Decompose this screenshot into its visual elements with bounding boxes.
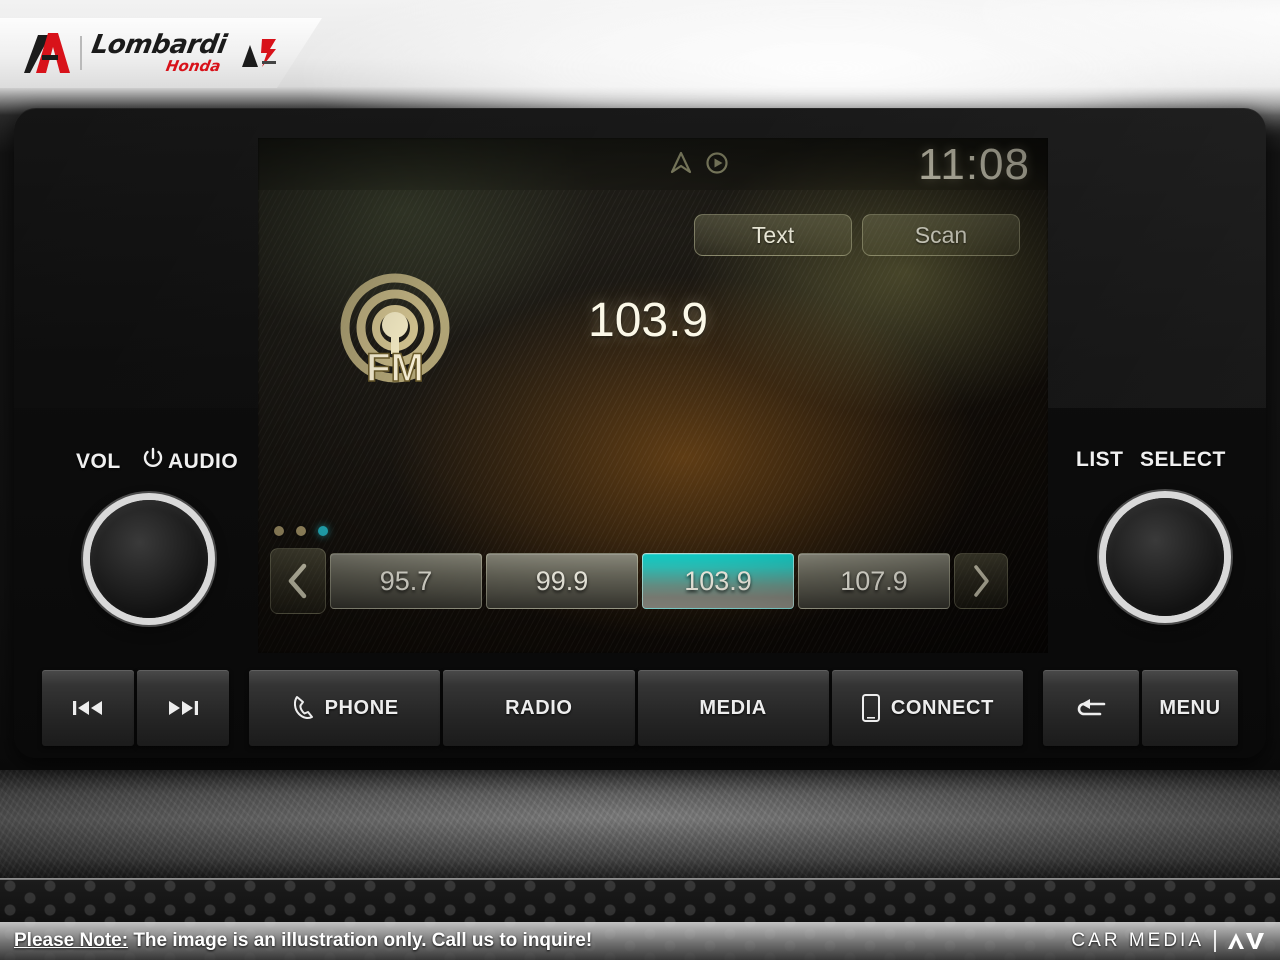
tuned-frequency: 103.9 <box>588 294 709 347</box>
preset-button-4[interactable]: 107.9 <box>798 553 950 609</box>
previous-track-icon <box>73 701 102 715</box>
preset-button-3[interactable]: 103.9 <box>642 553 794 609</box>
status-icon-group <box>668 150 730 176</box>
phone-handset-icon <box>293 696 313 719</box>
dealer-award-badge-icon <box>242 39 277 67</box>
infotainment-head-unit: 11:08 Text Scan FM 103.9 95.7 99.9 103.9… <box>14 108 1266 758</box>
navigation-arrow-icon <box>670 151 692 174</box>
scan-button[interactable]: Scan <box>862 214 1020 256</box>
radio-button[interactable]: RADIO <box>443 670 635 746</box>
footer-bar: Please Note: The image is an illustratio… <box>0 922 1280 960</box>
chevron-right-icon <box>974 565 989 597</box>
vol-label: VOL <box>76 450 121 473</box>
key-gap <box>232 670 246 746</box>
next-track-button[interactable] <box>137 670 229 746</box>
power-icon <box>143 447 163 467</box>
footer-brand-group: CAR MEDIA <box>1071 929 1266 953</box>
hard-key-row: PHONE RADIO MEDIA CONNECT MENU <box>42 670 1238 746</box>
preset-prev-button[interactable] <box>270 548 326 614</box>
disclaimer-prefix: Please Note: <box>14 930 129 951</box>
radio-button-label: RADIO <box>505 696 573 719</box>
back-arrow-icon <box>1077 699 1106 716</box>
preset-button-1[interactable]: 95.7 <box>330 553 482 609</box>
logo-divider <box>80 36 82 70</box>
page-dot-active[interactable] <box>318 526 328 536</box>
page-dot[interactable] <box>296 526 306 536</box>
fm-broadcast-icon: FM <box>340 273 450 391</box>
smartphone-icon <box>861 694 880 722</box>
menu-button[interactable]: MENU <box>1142 670 1238 746</box>
av-logo-icon <box>1228 933 1264 949</box>
dealer-brand: Honda <box>164 57 222 75</box>
status-bar: 11:08 <box>258 138 1048 190</box>
list-label: LIST <box>1076 448 1124 471</box>
right-knob-group: LIST SELECT <box>1054 448 1254 648</box>
previous-track-button[interactable] <box>42 670 134 746</box>
key-gap <box>1026 670 1040 746</box>
preset-page-indicator <box>274 526 328 536</box>
list-select-knob[interactable] <box>1106 498 1224 616</box>
lombardi-a-mark-icon <box>24 33 70 73</box>
dealer-logo-banner: Lombardi Honda <box>0 18 322 88</box>
back-button[interactable] <box>1043 670 1139 746</box>
phone-button[interactable]: PHONE <box>249 670 441 746</box>
connect-button-label: CONNECT <box>890 696 994 719</box>
dashboard-leather-trim <box>0 770 1280 880</box>
audio-label: AUDIO <box>168 450 239 473</box>
preset-button-2[interactable]: 99.9 <box>486 553 638 609</box>
preset-next-button[interactable] <box>954 553 1008 609</box>
media-button-label: MEDIA <box>699 696 767 719</box>
infotainment-display[interactable]: 11:08 Text Scan FM 103.9 95.7 99.9 103.9… <box>258 138 1048 653</box>
brand-divider <box>1214 930 1216 952</box>
disclaimer-note: Please Note: The image is an illustratio… <box>14 930 592 952</box>
connect-button[interactable]: CONNECT <box>831 670 1023 746</box>
svg-text:FM: FM <box>366 346 424 390</box>
clock: 11:08 <box>918 140 1030 189</box>
volume-audio-knob[interactable] <box>90 500 208 618</box>
media-play-circle-icon <box>706 152 728 174</box>
select-label: SELECT <box>1140 448 1226 471</box>
preset-bar: 95.7 99.9 103.9 107.9 <box>270 548 1008 614</box>
dealer-name: Lombardi <box>89 30 229 60</box>
screenshot-root: Lombardi Honda 11:08 Text Scan FM 103.9 … <box>0 0 1280 960</box>
menu-button-label: MENU <box>1159 696 1221 719</box>
phone-button-label: PHONE <box>324 696 399 719</box>
left-knob-group: VOL AUDIO <box>56 447 256 648</box>
disclaimer-text: The image is an illustration only. Call … <box>128 930 593 951</box>
display-action-buttons: Text Scan <box>694 214 1020 256</box>
windshield-glare-secondary <box>980 0 1280 120</box>
next-track-icon <box>169 701 198 715</box>
media-button[interactable]: MEDIA <box>637 670 829 746</box>
chevron-left-icon <box>288 563 307 599</box>
page-dot[interactable] <box>274 526 284 536</box>
text-button[interactable]: Text <box>694 214 852 256</box>
carmedia-wordmark: CAR MEDIA <box>1071 930 1204 951</box>
